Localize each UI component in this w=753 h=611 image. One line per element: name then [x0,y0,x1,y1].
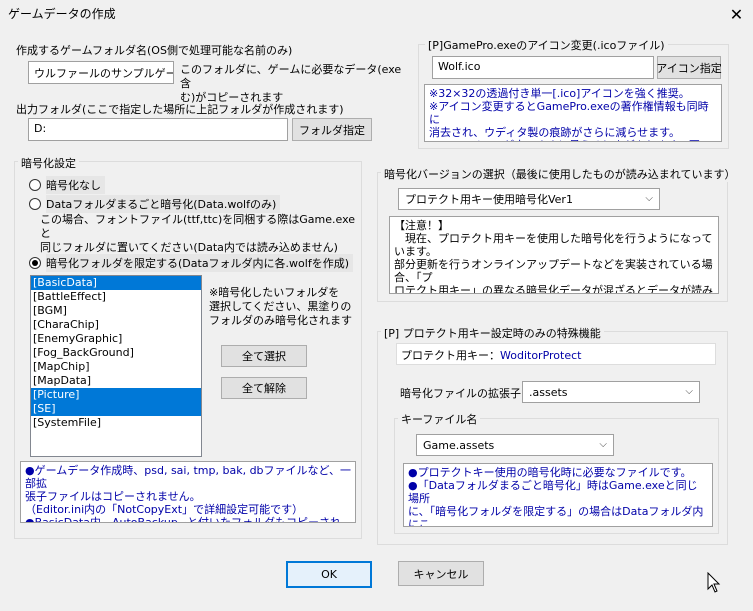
radio-circle-selected-icon [29,257,41,269]
radio-no-encryption[interactable]: 暗号化なし [29,176,105,194]
icon-select-button[interactable]: アイコン指定 [656,56,722,79]
version-select-value: プロテクト用キー使用暗号化Ver1 [405,193,573,206]
folder-list-item[interactable]: [Fog_BackGround] [31,346,201,360]
version-notice-box: 【注意！】 現在、プロテクト用キーを使用した暗号化を行うようになっています。 部… [389,216,719,294]
folder-list-item[interactable]: [SystemFile] [31,416,201,430]
folder-list-item[interactable]: [BasicData] [31,276,201,290]
radio-circle-icon [29,179,41,191]
radio-data-encryption-label: Dataフォルダまるごと暗号化(Data.wolfのみ) [46,195,281,213]
output-folder-label: 出力フォルダ(ここで指定した場所に上記フォルダが作成されます) [16,103,344,116]
folder-name-input[interactable]: ウルファールのサンプルゲーム [28,61,174,84]
select-all-button[interactable]: 全て選択 [221,345,307,367]
keyfile-info-box: ●プロテクトキー使用の暗号化時に必要なファイルです。 ●「Dataフォルダまるご… [403,463,713,527]
window-title: ゲームデータの作成 [8,7,116,21]
radio-limited-encryption[interactable]: 暗号化フォルダを限定する(Dataフォルダ内に各.wolfを作成) [29,254,353,272]
folder-list-item[interactable]: [MapData] [31,374,201,388]
radio-data-encryption[interactable]: Dataフォルダまるごと暗号化(Data.wolfのみ) [29,195,281,213]
keyfile-select-value: Game.assets [423,438,495,452]
chevron-down-icon: ⌵ [685,386,693,397]
folder-list-item[interactable]: [MapChip] [31,360,201,374]
folder-select-button[interactable]: フォルダ指定 [292,118,372,141]
version-notice-title: 【注意！】 [394,219,449,232]
encryption-group-label: 暗号化設定 [18,155,79,171]
folder-list-item[interactable]: [SE] [31,402,201,416]
protect-group-label: [P] プロテクト用キー設定時のみの特殊機能 [381,325,604,341]
ok-button[interactable]: OK [286,561,372,588]
folder-name-label: 作成するゲームフォルダ名(OS側で処理可能な名前のみ) [16,44,293,57]
encryption-info-box: ●ゲームデータ作成時、psd, sai, tmp, bak, dbファイルなど、… [20,461,356,523]
folder-list-item[interactable]: [EnemyGraphic] [31,332,201,346]
keyfile-select[interactable]: Game.assets ⌵ [416,434,614,456]
radio-no-encryption-label: 暗号化なし [46,176,105,194]
keyfile-group-label: キーファイル名 [398,411,481,427]
deselect-all-button[interactable]: 全て解除 [221,377,307,399]
protect-key-label: プロテクト用キー： [401,349,500,362]
chevron-down-icon: ⌵ [645,193,653,204]
icon-info-box: ※32×32の透過付き単一[.ico]アイコンを強く推奨。 ※アイコン変更すると… [424,84,722,142]
folder-list-note: ※暗号化したいフォルダを 選択してください、黒塗りの フォルダのみ暗号化されます [209,286,352,327]
folder-list-item[interactable]: [CharaChip] [31,318,201,332]
chevron-down-icon: ⌵ [599,439,607,450]
protect-key-row: プロテクト用キー：WoditorProtect [396,343,716,365]
version-group-label: 暗号化バージョンの選択（最後に使用したものが読み込まれています） [381,166,739,182]
radio-limited-encryption-label: 暗号化フォルダを限定する(Dataフォルダ内に各.wolfを作成) [46,254,353,272]
mouse-cursor-icon [707,572,721,593]
extension-label: 暗号化ファイルの拡張子 [400,387,521,400]
folder-list-item[interactable]: [BattleEffect] [31,290,201,304]
output-folder-input[interactable]: D: [28,118,288,141]
close-icon[interactable]: ✕ [720,0,753,28]
folder-listbox[interactable]: [BasicData] [BattleEffect] [BGM] [CharaChip… [30,275,202,457]
version-select[interactable]: プロテクト用キー使用暗号化Ver1 ⌵ [398,188,660,210]
icon-file-input[interactable]: Wolf.ico [432,56,654,79]
icon-group-label: [P]GamePro.exeのアイコン変更(.icoファイル) [425,37,668,53]
radio-circle-icon [29,198,41,210]
data-encryption-note: この場合、フォントファイル(ttf,ttc)を同梱する際はGame.exeと 同… [40,213,356,254]
protect-key-value: WoditorProtect [500,349,582,362]
folder-list-item[interactable]: [BGM] [31,304,201,318]
version-notice-text: 現在、プロテクト用キーを使用した暗号化を行うようになっています。 部分更新を行う… [394,232,713,294]
folder-list-item[interactable]: [Picture] [31,388,201,402]
extension-select[interactable]: .assets ⌵ [522,381,700,403]
extension-select-value: .assets [529,385,568,399]
folder-name-note: このフォルダに、ゲームに必要なデータ(exe含 む)がコピーされます [180,63,402,104]
cancel-button[interactable]: キャンセル [398,561,484,586]
